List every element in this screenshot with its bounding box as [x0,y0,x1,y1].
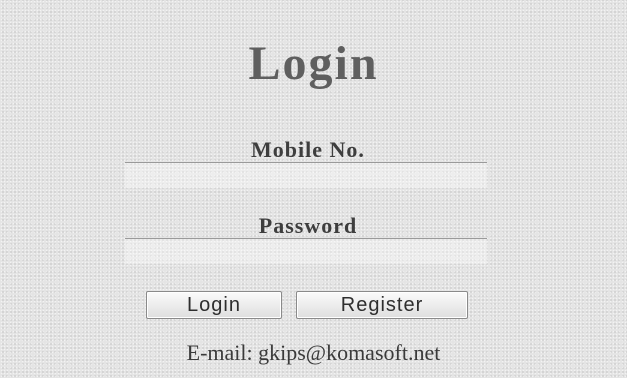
contact-email: E-mail: gkips@komasoft.net [186,340,441,365]
mobile-input[interactable] [125,162,487,188]
password-label: Password [258,213,358,238]
password-input[interactable] [125,238,487,264]
login-button[interactable]: Login [146,291,282,319]
page-title: Login [248,37,379,90]
mobile-label: Mobile No. [251,137,365,162]
login-panel: Login Mobile No. Password Login Register… [0,0,627,378]
register-button[interactable]: Register [296,291,468,319]
